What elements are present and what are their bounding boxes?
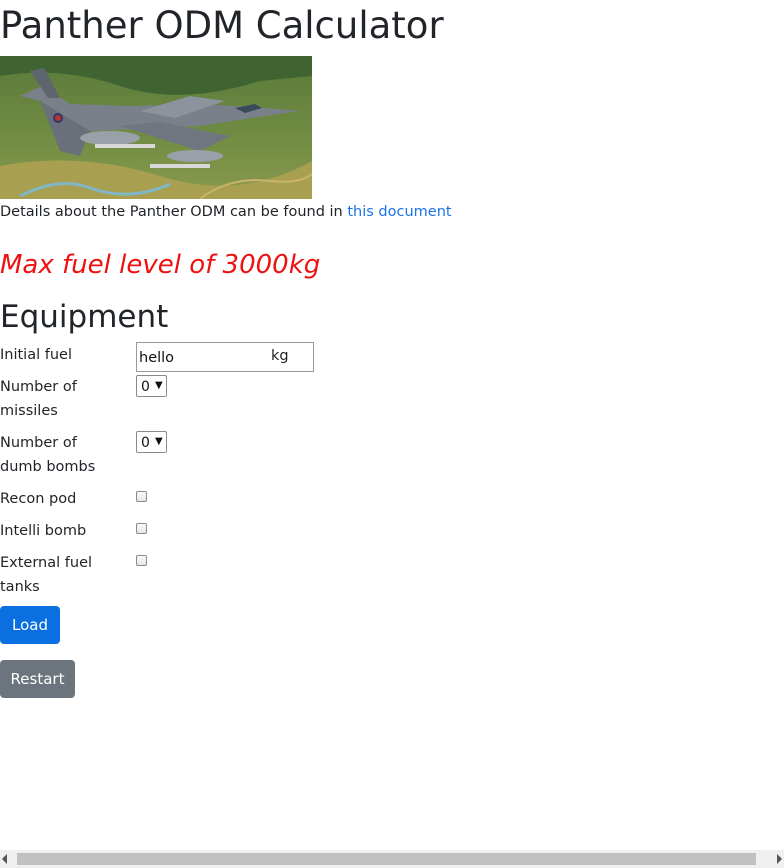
horizontal-scrollbar[interactable] <box>0 850 784 868</box>
scroll-left-icon[interactable] <box>2 854 7 864</box>
restart-button[interactable]: Restart <box>0 660 75 698</box>
initial-fuel-unit: kg <box>271 348 289 364</box>
recon-pod-label: Recon pod <box>0 491 77 507</box>
details-prefix: Details about the Panther ODM can be fou… <box>0 204 348 220</box>
dumb-bombs-label: Number of dumb bombs <box>0 435 96 475</box>
recon-pod-checkbox[interactable] <box>136 491 147 502</box>
load-button[interactable]: Load <box>0 606 60 644</box>
equipment-heading: Equipment <box>0 299 169 335</box>
dumb-bombs-select[interactable]: 0 ▼ <box>136 431 167 453</box>
missiles-select-value: 0 <box>141 379 150 395</box>
chevron-down-icon: ▼ <box>155 380 163 391</box>
external-fuel-tanks-label: External fuel tanks <box>0 555 93 595</box>
page: Panther ODM Calculator Details about the… <box>0 0 784 868</box>
missiles-label: Number of missiles <box>0 379 77 419</box>
jet-aircraft-photo <box>0 56 312 199</box>
details-text: Details about the Panther ODM can be fou… <box>0 202 452 222</box>
intelli-bomb-checkbox[interactable] <box>136 523 147 534</box>
initial-fuel-value: hello <box>139 350 175 366</box>
external-fuel-tanks-checkbox[interactable] <box>136 555 147 566</box>
scrollbar-thumb[interactable] <box>17 853 756 865</box>
dumb-bombs-select-value: 0 <box>141 435 150 451</box>
max-fuel-warning: Max fuel level of 3000kg <box>0 250 321 280</box>
chevron-down-icon: ▼ <box>155 436 163 447</box>
initial-fuel-input[interactable]: hello kg <box>136 342 314 372</box>
page-title: Panther ODM Calculator <box>0 4 444 47</box>
document-link[interactable]: this document <box>347 204 451 220</box>
missiles-select[interactable]: 0 ▼ <box>136 375 167 397</box>
scroll-right-icon[interactable] <box>777 854 782 864</box>
intelli-bomb-label: Intelli bomb <box>0 523 87 539</box>
initial-fuel-label: Initial fuel <box>0 347 72 363</box>
